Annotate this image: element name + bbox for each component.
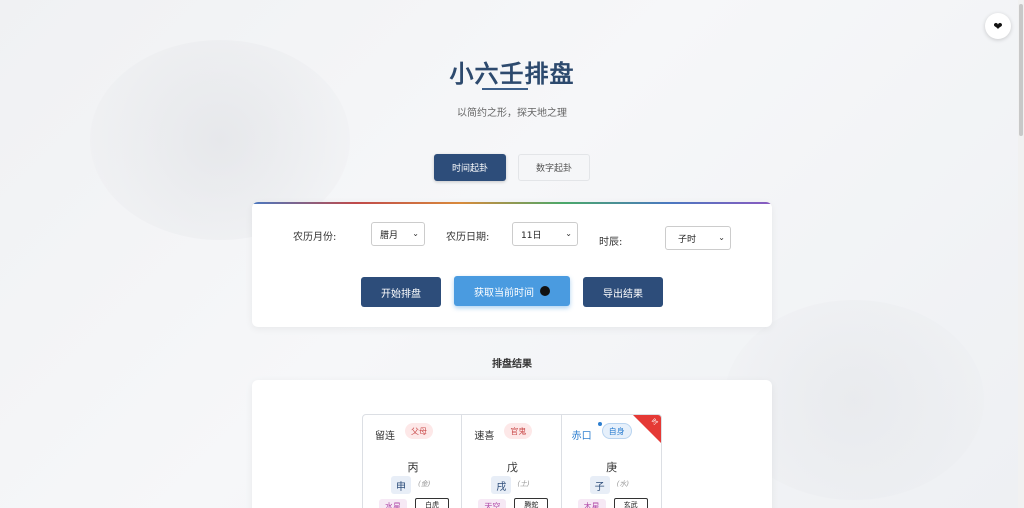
star-label: 水星 [379,499,407,508]
favorite-button[interactable]: ❤ [985,13,1011,39]
spirit-tag: 白虎 [415,498,449,508]
hour-label: 时辰: [599,237,623,248]
date-select[interactable]: 11日 ⌄ [512,222,578,246]
cursor-dot-icon [540,286,550,296]
earthly-branch: 子 [589,476,610,494]
five-element: (土) [517,480,530,488]
export-results-button[interactable]: 导出结果 [583,277,663,307]
page-subtitle: 以简约之形，探天地之理 [457,108,567,119]
star-label: 木星 [577,499,606,508]
palace-name: 速喜 [474,431,495,442]
title-underline [482,88,528,90]
divination-board: 留连 父母 丙 申 (金) 水星 白虎 速喜 官鬼 戊 戌 (土) 天空 腾蛇 … [362,414,662,508]
month-select[interactable]: 腊月 ⌄ [371,222,425,246]
result-section-title: 排盘结果 [492,359,532,370]
heavenly-stem: 庚 [606,461,618,474]
month-select-value: 腊月 [380,230,399,241]
star-label: 天空 [478,499,507,508]
get-current-time-button[interactable]: 获取当前时间 [454,276,570,306]
earthly-branch: 申 [391,476,411,494]
input-form-card: 农历月份: 腊月 ⌄ 农历日期: 11日 ⌄ 时辰: 子时 ⌄ 开始排盘 获取当… [252,202,772,327]
palace-name: 赤口 [571,431,592,442]
palace-cell-liulian[interactable]: 留连 父母 丙 申 (金) 水星 白虎 [363,415,463,508]
result-card: 留连 父母 丙 申 (金) 水星 白虎 速喜 官鬼 戊 戌 (土) 天空 腾蛇 … [252,380,772,508]
hour-select[interactable]: 子时 ⌄ [665,226,731,250]
card-accent-bar [252,202,772,204]
relation-badge: 自身 [601,423,632,439]
get-current-time-label: 获取当前时间 [474,287,534,299]
relation-badge: 父母 [405,423,433,439]
start-divination-button[interactable]: 开始排盘 [361,277,441,307]
tab-time-divination[interactable]: 时间起卦 [434,154,506,181]
five-element: (水) [616,480,630,488]
heavenly-stem: 丙 [407,461,419,474]
relation-badge: 官鬼 [504,423,533,439]
palace-name: 留连 [375,431,395,442]
earthly-branch: 戌 [491,476,512,494]
date-label: 农历日期: [446,232,490,243]
chevron-down-icon: ⌄ [718,233,725,242]
heart-icon: ❤ [993,19,1003,33]
palace-cell-chikou[interactable]: 赤口 自身 时 庚 子 (水) 木星 玄武 [562,415,661,508]
spirit-tag: 玄武 [613,498,648,508]
spirit-tag: 腾蛇 [514,498,549,508]
hour-select-value: 子时 [678,234,697,245]
palace-cell-suxi[interactable]: 速喜 官鬼 戊 戌 (土) 天空 腾蛇 [462,415,562,508]
five-element: (金) [418,480,431,488]
month-label: 农历月份: [293,232,337,243]
active-indicator-dot [597,422,602,426]
date-select-value: 11日 [521,230,542,241]
chevron-down-icon: ⌄ [565,229,572,238]
heavenly-stem: 戊 [506,461,518,474]
page-title: 小六壬排盘 [449,60,575,88]
chevron-down-icon: ⌄ [412,229,419,238]
tab-number-divination[interactable]: 数字起卦 [518,154,590,181]
